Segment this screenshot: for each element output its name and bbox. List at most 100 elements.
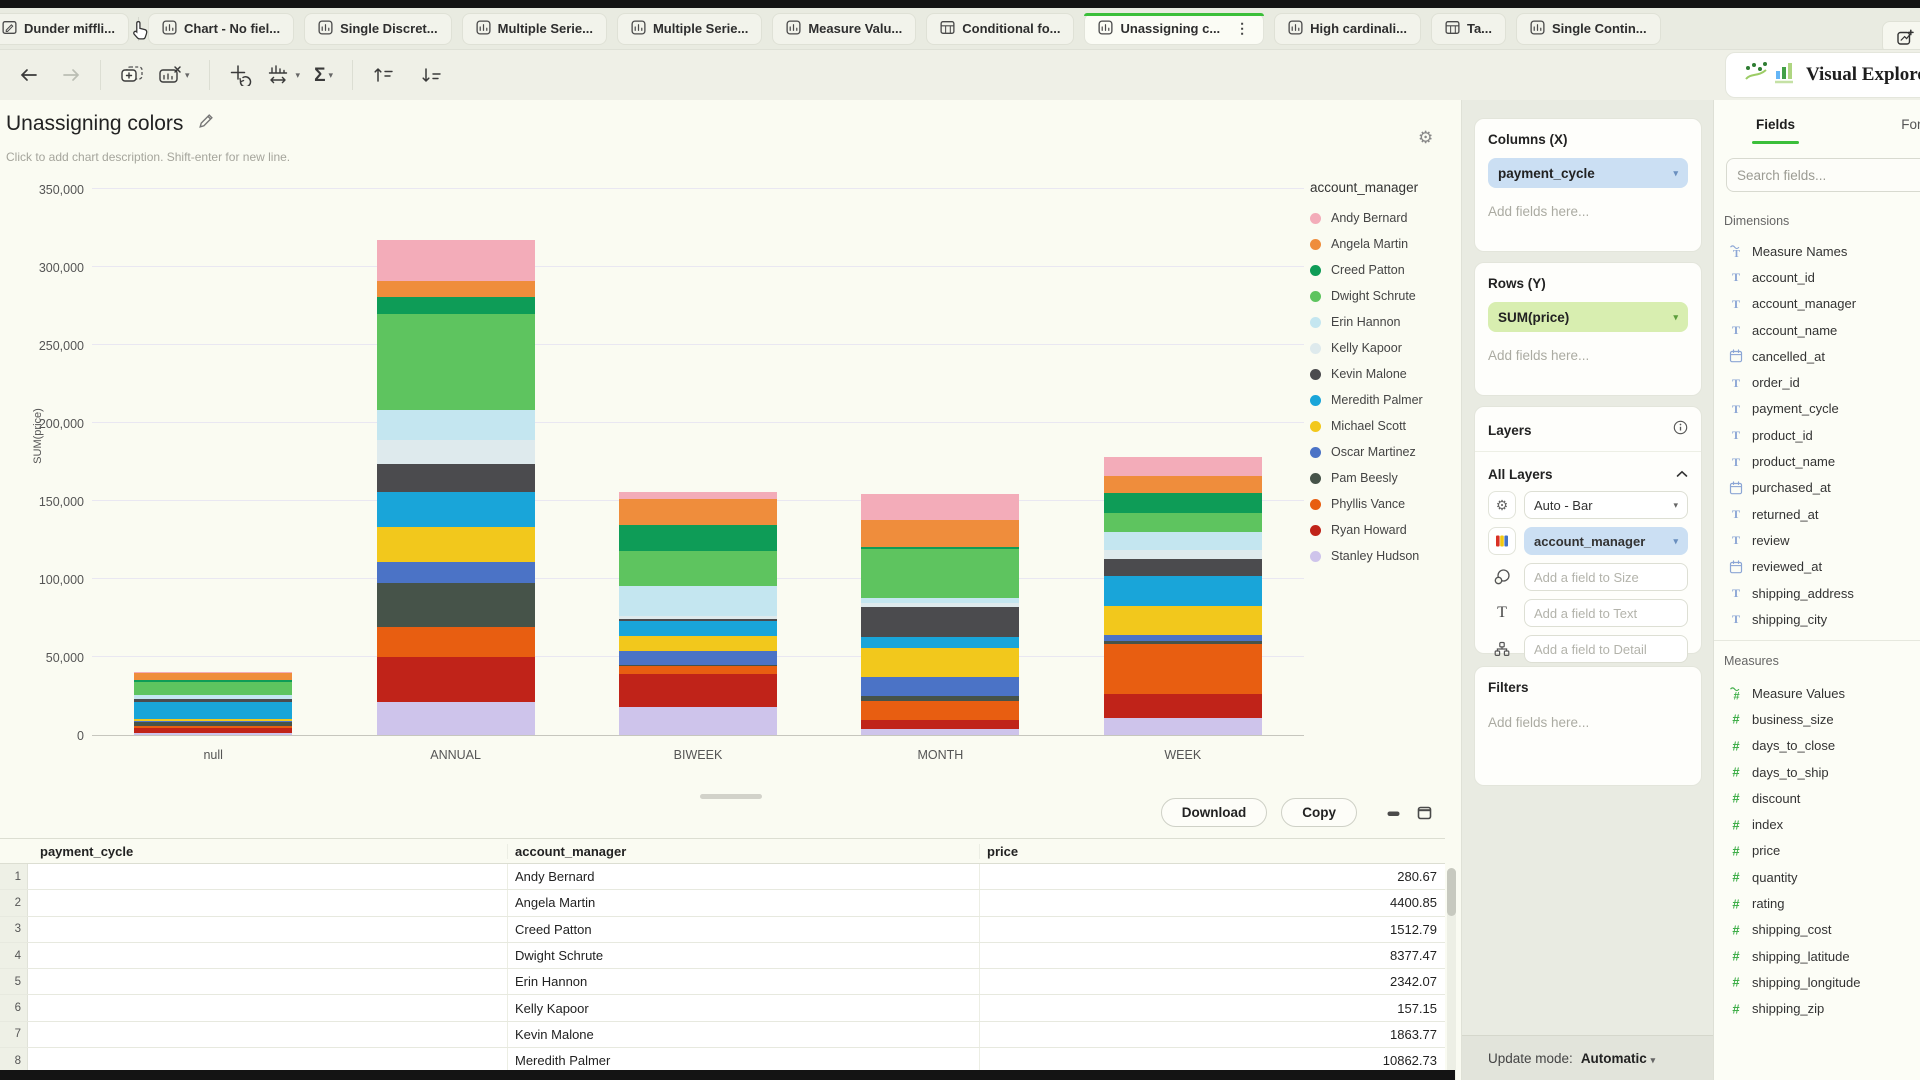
bar-segment[interactable]: [1104, 644, 1262, 694]
sort-ascending-button[interactable]: [365, 60, 403, 90]
bar-segment[interactable]: [861, 701, 1019, 720]
bar-segment[interactable]: [619, 621, 777, 636]
bar-segment[interactable]: [377, 281, 535, 297]
bar-segment[interactable]: [377, 297, 535, 314]
bar-segment[interactable]: [377, 583, 535, 628]
bar-segment[interactable]: [619, 551, 777, 586]
field-item-discount[interactable]: #discount: [1714, 785, 1920, 811]
tab-conditional-fo[interactable]: Conditional fo...: [926, 13, 1074, 45]
tab-high-cardinali[interactable]: High cardinali...: [1274, 13, 1421, 45]
field-item-product-name[interactable]: Tproduct_name: [1714, 448, 1920, 474]
field-item-business-size[interactable]: #business_size: [1714, 706, 1920, 732]
maximize-panel-icon[interactable]: [1416, 805, 1433, 821]
bar-segment[interactable]: [1104, 550, 1262, 559]
bar-segment[interactable]: [1104, 576, 1262, 606]
size-field-drop[interactable]: Add a field to Size: [1524, 563, 1688, 591]
legend-item[interactable]: Ryan Howard: [1310, 517, 1460, 543]
detail-field-drop[interactable]: Add a field to Detail: [1524, 635, 1688, 663]
bar-segment[interactable]: [377, 314, 535, 411]
legend-item[interactable]: Dwight Schrute: [1310, 283, 1460, 309]
field-item-account-manager[interactable]: Taccount_manager: [1714, 291, 1920, 317]
bar-segment[interactable]: [861, 520, 1019, 548]
bar-segment[interactable]: [619, 674, 777, 707]
field-item-shipping-zip[interactable]: #shipping_zip: [1714, 996, 1920, 1022]
bar-segment[interactable]: [377, 562, 535, 582]
bar-segment[interactable]: [377, 464, 535, 492]
field-item-quantity[interactable]: #quantity: [1714, 864, 1920, 890]
mark-type-select[interactable]: Auto - Bar▾: [1524, 491, 1688, 519]
legend-item[interactable]: Angela Martin: [1310, 231, 1460, 257]
bar-segment[interactable]: [619, 636, 777, 651]
bar-segment[interactable]: [861, 729, 1019, 735]
bar-segment[interactable]: [619, 707, 777, 735]
bar-segment[interactable]: [1104, 493, 1262, 513]
tab-multiple-serie[interactable]: Multiple Serie...: [462, 13, 607, 45]
bar-segment[interactable]: [861, 549, 1019, 597]
bar-segment[interactable]: [1104, 513, 1262, 532]
filters-drop-placeholder[interactable]: Add fields here...: [1488, 715, 1688, 730]
field-item-days-to-ship[interactable]: #days_to_ship: [1714, 759, 1920, 785]
field-item-shipping-latitude[interactable]: #shipping_latitude: [1714, 943, 1920, 969]
field-item-payment-cycle[interactable]: Tpayment_cycle: [1714, 396, 1920, 422]
mark-settings-gear-icon[interactable]: ⚙: [1488, 491, 1516, 519]
field-item-measure-names[interactable]: TMeasure Names: [1714, 238, 1920, 264]
bar-width-button[interactable]: ▾: [260, 58, 308, 92]
bar-segment[interactable]: [1104, 457, 1262, 476]
text-field-drop[interactable]: Add a field to Text: [1524, 599, 1688, 627]
copy-button[interactable]: Copy: [1281, 798, 1357, 827]
bar-segment[interactable]: [134, 673, 292, 680]
bar-segment[interactable]: [861, 637, 1019, 648]
bar-segment[interactable]: [134, 682, 292, 695]
field-item-cancelled-at[interactable]: cancelled_at: [1714, 343, 1920, 369]
column-header-price[interactable]: price: [980, 844, 1445, 859]
column-header-account-manager[interactable]: account_manager: [508, 844, 980, 859]
legend-item[interactable]: Kelly Kapoor: [1310, 335, 1460, 361]
field-item-shipping-address[interactable]: Tshipping_address: [1714, 580, 1920, 606]
tab-single-contin[interactable]: Single Contin...: [1516, 13, 1661, 45]
forward-button[interactable]: [54, 61, 88, 89]
field-item-shipping-longitude[interactable]: #shipping_longitude: [1714, 969, 1920, 995]
field-item-days-to-close[interactable]: #days_to_close: [1714, 733, 1920, 759]
legend-item[interactable]: Stanley Hudson: [1310, 543, 1460, 569]
columns-pill-payment-cycle[interactable]: payment_cycle▾: [1488, 158, 1688, 188]
rows-pill-sum-price[interactable]: SUM(price)▾: [1488, 302, 1688, 332]
bar-segment[interactable]: [1104, 606, 1262, 636]
update-mode-select[interactable]: Automatic ▾: [1581, 1051, 1655, 1066]
column-header-payment-cycle[interactable]: payment_cycle: [28, 844, 508, 859]
table-scrollbar-thumb[interactable]: [1447, 868, 1456, 916]
tab-menu-icon[interactable]: ⋮: [1235, 20, 1250, 37]
swap-axes-button[interactable]: [222, 58, 260, 92]
columns-drop-placeholder[interactable]: Add fields here...: [1488, 204, 1688, 219]
field-item-purchased-at[interactable]: purchased_at: [1714, 475, 1920, 501]
field-item-price[interactable]: #price: [1714, 838, 1920, 864]
field-item-review[interactable]: Treview: [1714, 527, 1920, 553]
field-item-index[interactable]: #index: [1714, 811, 1920, 837]
bar-segment[interactable]: [134, 702, 292, 719]
rows-drop-placeholder[interactable]: Add fields here...: [1488, 348, 1688, 363]
field-item-rating[interactable]: #rating: [1714, 890, 1920, 916]
field-item-shipping-city[interactable]: Tshipping_city: [1714, 606, 1920, 632]
tab-format[interactable]: Format: [1901, 117, 1920, 132]
bar-segment[interactable]: [377, 702, 535, 735]
bar-segment[interactable]: [619, 525, 777, 551]
chart-title[interactable]: Unassigning colors: [6, 112, 183, 136]
download-button[interactable]: Download: [1161, 798, 1268, 827]
field-item-shipping-cost[interactable]: #shipping_cost: [1714, 917, 1920, 943]
legend-item[interactable]: Meredith Palmer: [1310, 387, 1460, 413]
legend-item[interactable]: Kevin Malone: [1310, 361, 1460, 387]
sort-descending-button[interactable]: [413, 60, 451, 90]
tab-multiple-serie[interactable]: Multiple Serie...: [617, 13, 762, 45]
edit-title-icon[interactable]: [197, 113, 214, 135]
bar-segment[interactable]: [377, 410, 535, 440]
bar-segment[interactable]: [861, 648, 1019, 678]
field-item-account-id[interactable]: Taccount_id: [1714, 264, 1920, 290]
bar-segment[interactable]: [619, 586, 777, 616]
bar-segment[interactable]: [377, 240, 535, 281]
tab-fields[interactable]: Fields: [1756, 117, 1795, 132]
tab-unassigning-c[interactable]: Unassigning c...⋮: [1084, 13, 1264, 45]
bar-segment[interactable]: [377, 657, 535, 702]
bar-segment[interactable]: [619, 666, 777, 673]
bar-segment[interactable]: [619, 651, 777, 666]
legend-item[interactable]: Phyllis Vance: [1310, 491, 1460, 517]
field-item-reviewed-at[interactable]: reviewed_at: [1714, 554, 1920, 580]
